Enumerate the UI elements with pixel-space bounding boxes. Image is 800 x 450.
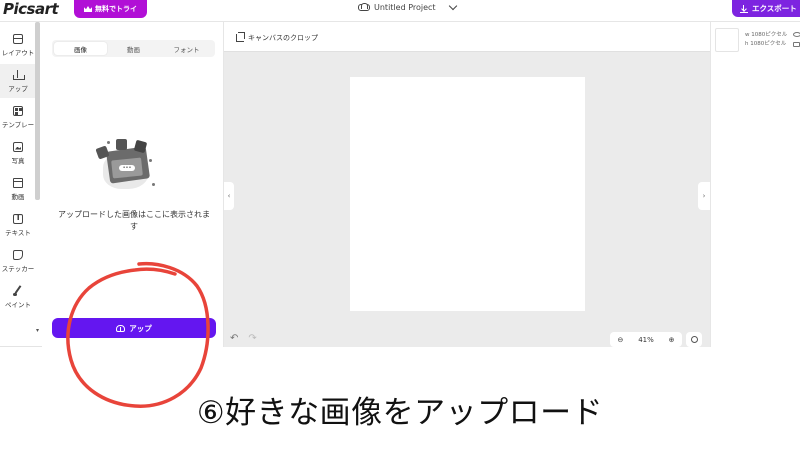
cloud-icon <box>358 3 370 11</box>
project-title: Untitled Project <box>374 2 436 12</box>
zoom-controls: ⊖ 41% ⊕ <box>610 332 682 347</box>
step-caption: ⑥好きな画像をアップロード <box>196 395 604 431</box>
video-icon <box>13 177 23 188</box>
caption-area: ⑥好きな画像をアップロード <box>0 347 800 450</box>
zoom-out-icon[interactable]: ⊖ <box>617 336 623 344</box>
tab-videos[interactable]: 動画 <box>107 42 160 55</box>
crop-icon <box>236 32 245 42</box>
canvas-workspace: キャンバスのクロップ ‹ › ↶ ↷ ⊖ 41% ⊕ <box>224 22 710 347</box>
collapse-right-panel-button[interactable]: › <box>698 182 710 210</box>
rail-item-label: 動画 <box>11 192 25 201</box>
rail-item-label: レイアウト <box>1 48 35 57</box>
upload-panel: 画像 動画 フォント ••• アップロードした画像はここに表示されます <box>42 22 224 347</box>
layers-panel: w 1080ピクセル h 1080ピクセル <box>710 22 800 347</box>
crown-icon <box>84 6 92 12</box>
rail-item-photo[interactable]: 写真 <box>0 136 36 170</box>
empty-uploads-illustration: ••• <box>95 137 163 197</box>
canvas-settings-button[interactable] <box>686 332 702 347</box>
empty-uploads-text: アップロードした画像はここに表示されます <box>58 210 210 231</box>
rail-item-text[interactable]: テキスト <box>0 208 36 242</box>
export-button[interactable]: エクスポート <box>732 0 800 17</box>
layout-icon <box>13 33 23 44</box>
rail-item-label: アップ <box>8 84 28 93</box>
top-bar: Picsart 無料でトライ Untitled Project エクスポート <box>0 0 800 22</box>
sticker-icon <box>13 249 23 260</box>
crop-canvas-label: キャンバスのクロップ <box>248 34 318 42</box>
app-window: Picsart 無料でトライ Untitled Project エクスポート レ… <box>0 0 800 450</box>
zoom-in-icon[interactable]: ⊕ <box>669 336 675 344</box>
lock-icon[interactable] <box>793 42 800 47</box>
picsart-logo[interactable]: Picsart <box>3 0 59 18</box>
undo-icon[interactable]: ↶ <box>230 333 238 347</box>
rail-item-video[interactable]: 動画 <box>0 172 36 206</box>
export-label: エクスポート <box>752 4 797 13</box>
eye-icon[interactable] <box>793 32 800 37</box>
layer-thumbnail[interactable] <box>715 28 739 52</box>
project-title-menu[interactable]: Untitled Project <box>358 0 457 14</box>
chevron-down-icon <box>448 1 457 10</box>
cloud-upload-icon <box>116 324 126 332</box>
free-trial-label: 無料でトライ <box>95 5 137 13</box>
rail-item-label: テキスト <box>5 228 31 237</box>
photo-icon <box>13 141 23 152</box>
collapse-left-panel-button[interactable]: ‹ <box>224 182 234 210</box>
upload-button-label: アップ <box>129 323 152 333</box>
free-trial-button[interactable]: 無料でトライ <box>74 0 147 18</box>
gear-icon <box>690 336 698 343</box>
scroll-down-icon[interactable]: ▾ <box>36 327 39 334</box>
rail-item-label: テンプレー <box>1 120 35 129</box>
media-tabs: 画像 動画 フォント <box>52 40 215 57</box>
layer-dimensions: w 1080ピクセル h 1080ピクセル <box>745 31 787 49</box>
rail-item-label: ペイント <box>5 300 31 309</box>
upload-icon <box>13 69 25 80</box>
text-icon <box>13 213 23 224</box>
upload-button[interactable]: アップ <box>52 318 216 338</box>
rail-item-sticker[interactable]: ステッカー <box>0 244 36 278</box>
rail-scrollbar[interactable] <box>35 22 40 200</box>
paint-icon <box>13 286 23 296</box>
redo-icon[interactable]: ↷ <box>248 333 256 347</box>
rail-item-upload[interactable]: アップ <box>0 64 36 98</box>
rail-item-label: 写真 <box>11 156 25 165</box>
rail-item-template[interactable]: テンプレー <box>0 100 36 134</box>
rail-item-label: ステッカー <box>1 264 35 273</box>
rail-item-layout[interactable]: レイアウト <box>0 28 36 62</box>
zoom-level[interactable]: 41% <box>638 336 654 344</box>
layer-height: h 1080ピクセル <box>745 41 787 47</box>
crop-canvas-button[interactable]: キャンバスのクロップ <box>236 32 318 43</box>
layer-width: w 1080ピクセル <box>745 32 788 38</box>
rail-item-paint[interactable]: ペイント <box>0 280 36 314</box>
download-icon <box>740 4 748 13</box>
tab-fonts[interactable]: フォント <box>160 42 213 55</box>
canvas-page[interactable] <box>350 77 585 311</box>
canvas-toolbar: キャンバスのクロップ <box>224 22 710 52</box>
tab-images[interactable]: 画像 <box>54 42 107 55</box>
template-icon <box>13 105 23 116</box>
undo-redo-group: ↶ ↷ <box>230 333 270 347</box>
